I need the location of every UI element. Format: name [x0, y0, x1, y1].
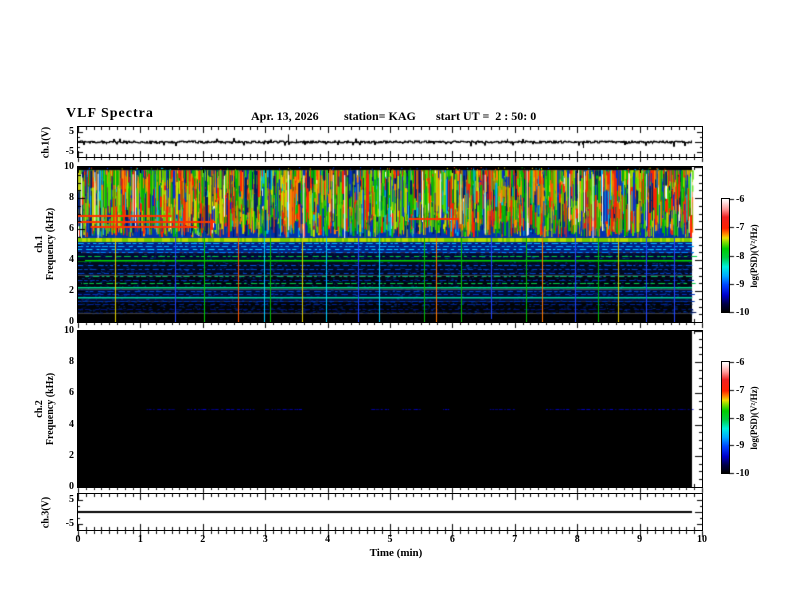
ch1-colorbar — [721, 198, 730, 313]
y-tick-label: -5 — [65, 518, 74, 529]
ch1-spectrogram-panel — [77, 166, 703, 323]
x-tick-label: 10 — [697, 534, 707, 545]
plot-date: Apr. 13, 2026 — [251, 109, 319, 123]
y-tick-label: 8 — [69, 192, 74, 203]
y-tick-label: 6 — [69, 387, 74, 399]
ch1-axis-label-line1: ch.1 — [34, 235, 45, 253]
y-tick-label: 6 — [69, 223, 74, 234]
y-tick-label: 4 — [69, 254, 74, 265]
ch2-colorbar — [721, 361, 730, 474]
colorbar-tick-label: -10 — [736, 307, 750, 318]
x-tick-label: 3 — [262, 534, 268, 545]
vlf-spectra-figure: VLF Spectra Apr. 13, 2026 station= KAG s… — [0, 0, 792, 612]
station-label: station= KAG — [344, 109, 416, 123]
y-tick-label: 0 — [69, 481, 74, 492]
ch1-waveform-panel — [77, 126, 703, 158]
colorbar-tick-label: -8 — [736, 412, 745, 424]
colorbar-tick-label: -6 — [736, 357, 745, 368]
x-tick-label: 5 — [387, 534, 393, 545]
y-tick-label: 2 — [69, 449, 74, 461]
x-tick-label: 7 — [512, 534, 518, 545]
y-tick-label: -5 — [65, 146, 74, 157]
colorbar-tick-label: -9 — [736, 278, 745, 290]
y-tick-label: 10 — [64, 325, 74, 336]
y-tick-label: 8 — [69, 356, 74, 368]
colorbar-tick-label: -9 — [736, 440, 745, 452]
ch2-spectrogram-panel — [77, 330, 703, 488]
x-tick-label: 1 — [137, 534, 143, 545]
x-tick-label: 4 — [325, 534, 331, 545]
ch2-axis-label-line1: ch.2 — [34, 400, 45, 418]
colorbar-tick-label: -10 — [736, 468, 750, 479]
colorbar-tick-label: -7 — [736, 384, 745, 396]
colorbar-tick-label: -7 — [736, 222, 745, 234]
y-tick-label: 4 — [69, 418, 74, 430]
x-tick-label: 6 — [449, 534, 455, 545]
x-tick-label: 8 — [574, 534, 580, 545]
y-tick-label: 5 — [69, 494, 74, 505]
x-tick-label: 0 — [75, 534, 81, 545]
x-tick-label: 2 — [200, 534, 206, 545]
colorbar-tick-label: -6 — [736, 194, 745, 205]
y-tick-label: 5 — [69, 126, 74, 137]
y-tick-label: 2 — [69, 285, 74, 296]
plot-title: VLF Spectra — [66, 106, 154, 121]
colorbar-tick-label: -8 — [736, 250, 745, 262]
start-ut-label: start UT = 2 : 50: 0 — [436, 109, 537, 123]
x-tick-label: 9 — [637, 534, 643, 545]
time-axis-label: Time (min) — [369, 547, 423, 559]
ch3-waveform-panel — [77, 493, 703, 531]
y-tick-label: 10 — [64, 161, 74, 172]
